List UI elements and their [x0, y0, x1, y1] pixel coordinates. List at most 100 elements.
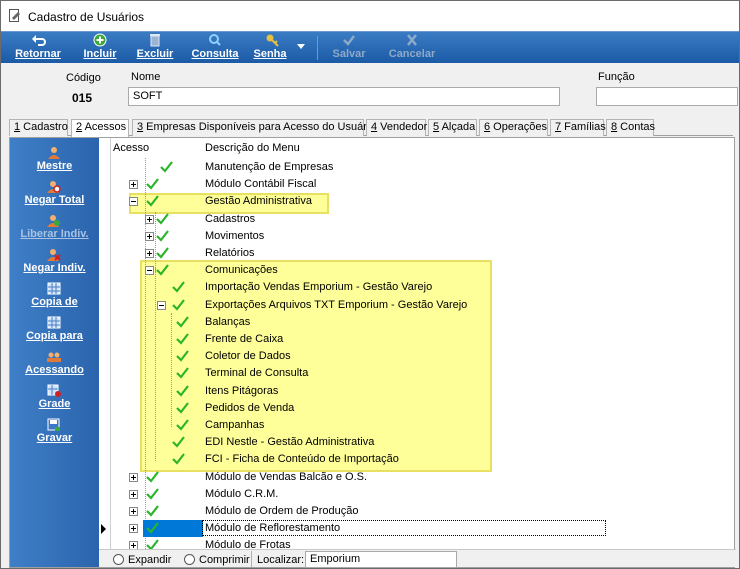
access-check-icon[interactable]: [155, 212, 169, 226]
tree-row[interactable]: Balanças: [99, 314, 616, 331]
tab-acessos[interactable]: 2 Acessos: [71, 119, 129, 137]
tab-cadastro[interactable]: 1 Cadastro: [9, 119, 68, 136]
tree-row[interactable]: Módulo de Reflorestamento: [99, 520, 616, 538]
collapse-icon[interactable]: [157, 300, 166, 310]
access-check-icon[interactable]: [155, 246, 169, 260]
copia-de-button[interactable]: Copia de: [10, 278, 99, 312]
cancelar-button[interactable]: Cancelar: [383, 32, 441, 64]
tree-row[interactable]: EDI Nestle - Gestão Administrativa: [99, 434, 616, 451]
expand-icon[interactable]: [129, 180, 138, 190]
tab-contas[interactable]: 8 Contas: [606, 119, 655, 136]
tree-row[interactable]: Cadastros: [99, 211, 616, 228]
excluir-button[interactable]: Excluir: [129, 32, 181, 64]
salvar-button[interactable]: Salvar: [323, 32, 375, 64]
expand-icon[interactable]: [129, 489, 138, 499]
tree-row[interactable]: Itens Pitágoras: [99, 383, 616, 400]
localizar-input[interactable]: Emporium: [305, 551, 457, 568]
expandir-radio[interactable]: [113, 554, 124, 565]
negar-indiv-label: Negar Indiv.: [23, 262, 86, 274]
negar-total-button[interactable]: Negar Total: [10, 176, 99, 210]
access-check-icon[interactable]: [145, 504, 159, 518]
access-check-icon[interactable]: [171, 435, 185, 449]
tab-operacoes[interactable]: 6 Operações: [479, 119, 548, 136]
tab-alcada[interactable]: 5 Alçada: [428, 119, 477, 136]
acessando-button[interactable]: Acessando: [10, 346, 99, 380]
expand-icon[interactable]: [129, 507, 138, 516]
liberar-indiv-button[interactable]: Liberar Indiv.: [10, 210, 99, 244]
consulta-button[interactable]: Consulta: [187, 32, 243, 64]
expand-icon[interactable]: [145, 231, 154, 241]
senha-button[interactable]: Senha: [247, 32, 311, 64]
comprimir-radio[interactable]: [184, 554, 195, 565]
access-check-icon[interactable]: [175, 384, 189, 398]
expand-icon[interactable]: [129, 472, 138, 482]
tree-row[interactable]: Campanhas: [99, 417, 616, 434]
tree-row[interactable]: Importação Vendas Emporium - Gestão Vare…: [99, 279, 616, 296]
access-check-icon[interactable]: [175, 418, 189, 432]
access-check-icon[interactable]: [145, 538, 159, 549]
grade-button[interactable]: Grade: [10, 380, 99, 414]
access-check-icon[interactable]: [145, 177, 159, 191]
access-check-icon[interactable]: [175, 332, 189, 346]
tree-row[interactable]: Módulo de Frotas: [99, 537, 616, 549]
tab-empresas-label: Empresas Disponíveis para Acesso do Usuá…: [143, 121, 376, 133]
grid-edit-icon: [47, 384, 61, 397]
access-check-icon[interactable]: [171, 298, 185, 312]
collapse-icon[interactable]: [145, 266, 154, 276]
tree-row[interactable]: Módulo Contábil Fiscal: [99, 176, 616, 193]
expand-icon[interactable]: [129, 541, 138, 549]
expand-icon[interactable]: [145, 214, 154, 224]
access-check-icon[interactable]: [175, 366, 189, 380]
tree-row[interactable]: Frente de Caixa: [99, 331, 616, 348]
access-check-icon[interactable]: [145, 470, 159, 484]
tree-row[interactable]: Comunicações: [99, 262, 616, 279]
gravar-button[interactable]: Gravar: [10, 414, 99, 448]
tree-row[interactable]: Movimentos: [99, 228, 616, 245]
expand-icon[interactable]: [129, 524, 138, 534]
acessando-label: Acessando: [25, 364, 84, 376]
tree-row[interactable]: Pedidos de Venda: [99, 400, 616, 417]
access-check-icon[interactable]: [171, 280, 185, 294]
tab-vendedor[interactable]: 4 Vendedor: [366, 119, 428, 136]
access-check-icon[interactable]: [159, 160, 173, 174]
tree-row[interactable]: Exportações Arquivos TXT Emporium - Gest…: [99, 297, 616, 314]
tab-familias[interactable]: 7 Famílias: [550, 119, 606, 136]
tab-empresas[interactable]: 3 Empresas Disponíveis para Acesso do Us…: [132, 119, 375, 136]
tree-row[interactable]: Relatórios: [99, 245, 616, 262]
tree-row[interactable]: FCI - Ficha de Conteúdo de Importação: [99, 451, 616, 468]
senha-label: Senha: [253, 48, 287, 60]
access-check-icon[interactable]: [175, 315, 189, 329]
menu-description: Frente de Caixa: [205, 333, 284, 345]
access-check-icon[interactable]: [175, 401, 189, 415]
access-check-icon[interactable]: [145, 194, 159, 208]
tree-row[interactable]: Coletor de Dados: [99, 348, 616, 365]
tree-row[interactable]: Manutenção de Empresas: [99, 159, 616, 176]
tab-operacoes-label: Operações: [490, 121, 547, 133]
access-tree-grid[interactable]: Acesso Descrição do Menu Manutenção de E…: [99, 138, 616, 549]
mestre-button[interactable]: Mestre: [10, 142, 99, 176]
access-check-icon[interactable]: [155, 263, 169, 277]
access-check-icon[interactable]: [175, 349, 189, 363]
tree-row[interactable]: Gestão Administrativa: [99, 193, 616, 210]
retornar-button[interactable]: Retornar: [7, 32, 69, 64]
tree-row[interactable]: Módulo de Vendas Balcão e O.S.: [99, 469, 616, 486]
collapse-icon[interactable]: [129, 197, 138, 207]
toolbar-separator: [317, 36, 318, 60]
tree-row[interactable]: Módulo de Ordem de Produção: [99, 503, 616, 520]
copia-para-button[interactable]: Copia para: [10, 312, 99, 346]
tab-cadastro-label: Cadastro: [20, 121, 68, 133]
funcao-field[interactable]: [596, 87, 738, 106]
localizar-label: Localizar:: [257, 554, 305, 566]
incluir-button[interactable]: Incluir: [73, 32, 127, 64]
tree-row[interactable]: Módulo C.R.M.: [99, 486, 616, 503]
nome-field[interactable]: SOFT: [128, 87, 560, 106]
expand-icon[interactable]: [145, 249, 154, 258]
access-check-icon[interactable]: [145, 487, 159, 501]
tree-row[interactable]: Terminal de Consulta: [99, 365, 616, 382]
access-check-icon[interactable]: [145, 521, 159, 535]
negar-indiv-button[interactable]: Negar Indiv.: [10, 244, 99, 278]
access-check-icon[interactable]: [171, 452, 185, 466]
access-check-icon[interactable]: [155, 229, 169, 243]
chevron-down-icon[interactable]: [297, 44, 305, 50]
tab-vendedor-label: Vendedor: [377, 121, 428, 133]
